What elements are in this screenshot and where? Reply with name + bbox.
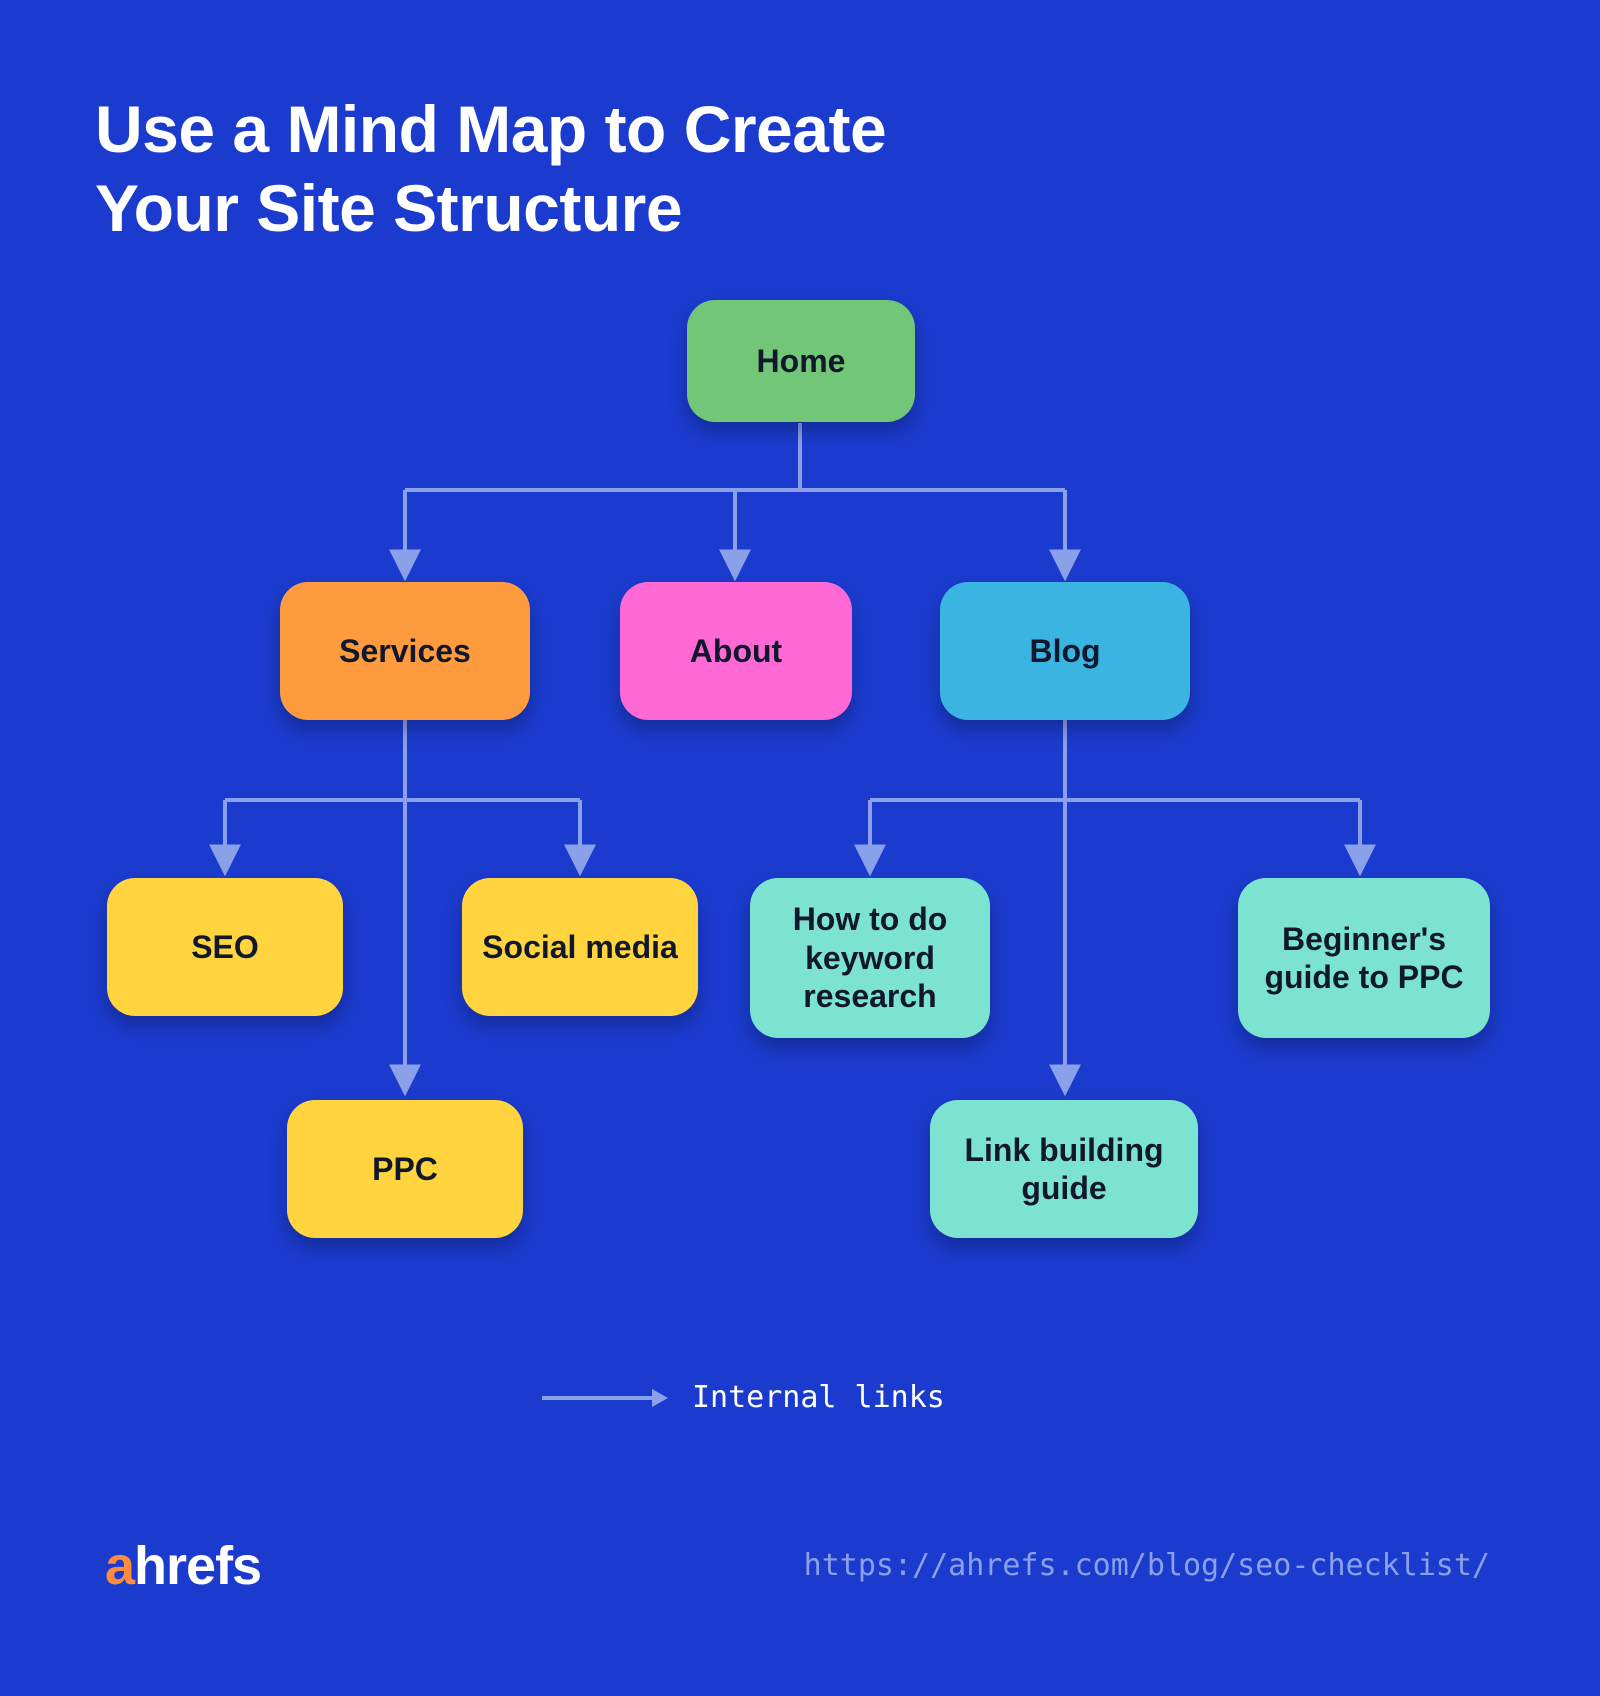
node-social: Social media (462, 878, 698, 1016)
node-link: Link building guide (930, 1100, 1198, 1238)
node-seo: SEO (107, 878, 343, 1016)
source-url: https://ahrefs.com/blog/seo-checklist/ (804, 1548, 1490, 1583)
node-blog: Blog (940, 582, 1190, 720)
node-services: Services (280, 582, 530, 720)
node-about: About (620, 582, 852, 720)
logo-letter-a: a (105, 1535, 134, 1597)
brand-logo: ahrefs (105, 1535, 261, 1597)
node-howto: How to do keyword research (750, 878, 990, 1038)
connectors (0, 0, 1600, 1696)
arrow-icon (540, 1387, 670, 1409)
logo-rest: hrefs (134, 1535, 261, 1597)
node-home: Home (687, 300, 915, 422)
legend: Internal links (540, 1380, 945, 1415)
node-ppc: PPC (287, 1100, 523, 1238)
diagram-title: Use a Mind Map to Create Your Site Struc… (95, 90, 886, 248)
legend-label: Internal links (692, 1380, 945, 1415)
node-beginners: Beginner's guide to PPC (1238, 878, 1490, 1038)
